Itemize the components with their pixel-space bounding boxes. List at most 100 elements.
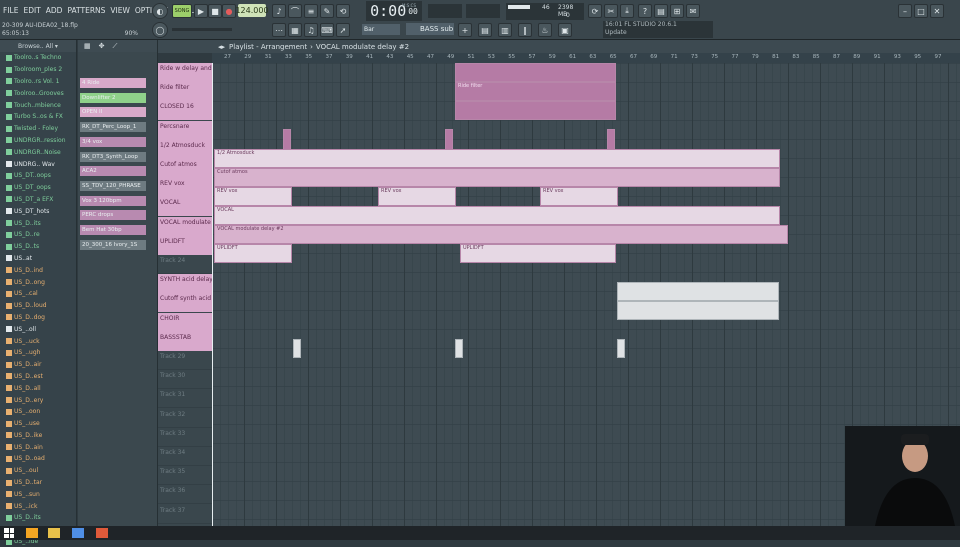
clip-synth-acid[interactable] — [617, 282, 779, 301]
browser-item[interactable]: US_DT_oops — [6, 182, 76, 194]
browser-item[interactable]: US_D..its — [6, 512, 76, 524]
track-header[interactable]: Percsnare — [158, 120, 212, 140]
track-header[interactable]: Track 29 — [158, 351, 212, 370]
clip-vocal-modulate[interactable]: VOCAL modulate delay #2 — [214, 225, 788, 244]
clip-rev-vox-2[interactable]: REV vox — [378, 187, 456, 206]
chat-icon[interactable]: ✉ — [686, 4, 700, 18]
blend-notes-icon[interactable]: ✎ — [320, 4, 334, 18]
track-header[interactable]: Track 33 — [158, 427, 212, 447]
play-button[interactable]: ▶ — [194, 4, 208, 18]
track-header[interactable]: VOCAL modulate d.. — [158, 216, 212, 236]
clip-ride-filter[interactable]: Ride filter — [455, 82, 616, 101]
playlist-icon[interactable]: ▤ — [478, 23, 492, 37]
song-mode-button[interactable]: SONG — [172, 4, 192, 18]
loop-record-icon[interactable]: ⟲ — [336, 4, 350, 18]
track-header[interactable]: BASSSTAB — [158, 331, 212, 351]
track-header[interactable]: Track 24 — [158, 255, 212, 274]
track-header[interactable]: Track 36 — [158, 485, 212, 505]
browser-item[interactable]: US_..oll — [6, 323, 76, 335]
browser-item[interactable]: US_D..all — [6, 382, 76, 394]
master-pitch-slider[interactable] — [172, 28, 232, 31]
clip-rev-vox-3[interactable]: REV vox — [540, 187, 618, 206]
track-header[interactable]: REV vox — [158, 178, 212, 198]
browser-item[interactable]: US_D..air — [6, 359, 76, 371]
track-header[interactable]: 1/2 Atmosduck — [158, 139, 212, 159]
metronome-icon[interactable]: ♪ — [272, 4, 286, 18]
clip-uplift-2[interactable]: UPLIDFT — [460, 244, 616, 263]
menu-item[interactable]: ADD — [45, 6, 64, 15]
clip-source-item[interactable]: 20_300_16 Ivory_1S — [80, 239, 146, 250]
browser-item[interactable]: US_..sun — [6, 488, 76, 500]
clip-source-item[interactable]: Bem Hat 30bp — [80, 225, 146, 235]
help-icon[interactable]: ? — [638, 4, 652, 18]
app-taskbar-icon[interactable] — [96, 528, 108, 538]
menu-item[interactable]: VIEW — [109, 6, 131, 15]
browser-item[interactable]: Toolro..rs Vol. 1 — [6, 76, 76, 88]
browser-item[interactable]: UNDRGR..Noise — [6, 146, 76, 158]
browser-item[interactable]: US_D..re — [6, 229, 76, 241]
maximize-icon[interactable]: □ — [914, 4, 928, 18]
browser-item[interactable]: US_D..ery — [6, 394, 76, 406]
piano-roll-icon[interactable]: ♫ — [304, 23, 318, 37]
track-header[interactable]: UPLIDFT — [158, 235, 212, 255]
undo-history-icon[interactable]: ⟳ — [588, 4, 602, 18]
clip-bassstab-2[interactable] — [455, 339, 463, 358]
clip-picker-icon[interactable]: ✥ — [99, 42, 105, 50]
minimize-icon[interactable]: – — [898, 4, 912, 18]
track-header[interactable]: Cutof atmos — [158, 159, 212, 178]
browser-item[interactable]: US_D..ong — [6, 276, 76, 288]
arrow-icon[interactable]: ➚ — [336, 23, 350, 37]
browser-item[interactable]: US..at — [6, 253, 76, 265]
browser-item[interactable]: US_DT..oops — [6, 170, 76, 182]
browser-item[interactable]: UNDRGR..ression — [6, 135, 76, 147]
track-header[interactable]: Cutoff synth acid — [158, 293, 212, 313]
stop-button[interactable]: ■ — [208, 4, 222, 18]
clip-bassstab-3[interactable] — [617, 339, 625, 358]
track-header[interactable]: Track 37 — [158, 504, 212, 524]
clip-perc-2[interactable] — [445, 129, 453, 151]
tempo-display[interactable]: 124.000 — [235, 4, 269, 17]
clip-source-item[interactable]: 4 Ride — [80, 78, 146, 88]
browser-item[interactable]: Turbo S..os & FX — [6, 111, 76, 123]
wait-input-icon[interactable]: ⌒ — [288, 4, 302, 18]
browser-item[interactable]: US_..oul — [6, 465, 76, 477]
clip-closed16[interactable] — [455, 101, 616, 120]
clip-atmosduck[interactable]: 1/2 Atmosduck — [214, 149, 780, 168]
mixer-view-icon[interactable]: ‖ — [518, 23, 532, 37]
browser-item[interactable]: US_..oon — [6, 406, 76, 418]
track-header[interactable]: VOCAL — [158, 197, 212, 217]
step-sequencer-icon[interactable]: ▦ — [288, 23, 302, 37]
browser-item[interactable]: US_D..tar — [6, 477, 76, 489]
clip-source-item[interactable]: 3/4 vox — [80, 136, 146, 147]
automation-picker-icon[interactable]: ⟋ — [113, 42, 118, 51]
track-header[interactable]: Ride filter — [158, 82, 212, 102]
clip-perc-3[interactable] — [607, 129, 615, 151]
browser-item[interactable]: US_D..est — [6, 371, 76, 383]
browser-item[interactable]: US_D..ain — [6, 441, 76, 453]
track-header[interactable]: Ride w delay and d.. — [158, 63, 212, 82]
pattern-song-toggle[interactable]: ◐ — [152, 3, 168, 19]
browser-item[interactable]: US_..cal — [6, 288, 76, 300]
menu-item[interactable]: PATTERNS — [66, 6, 106, 15]
countdown-icon[interactable]: ≡ — [304, 4, 318, 18]
browser-item[interactable]: Toolroo..Grooves — [6, 87, 76, 99]
browser-item[interactable]: US_D..dog — [6, 312, 76, 324]
track-header[interactable]: Track 31 — [158, 389, 212, 409]
track-header[interactable]: CHOIR — [158, 312, 212, 332]
menu-item[interactable]: EDIT — [22, 6, 41, 15]
clip-source-item[interactable]: Vox 3 120bpm — [80, 195, 146, 206]
clip-source-item[interactable]: SS_TDV_120_PHRASE — [80, 180, 146, 191]
browser-item[interactable]: US_D..ts — [6, 241, 76, 253]
browser-item[interactable]: Toolro..s Techno — [6, 52, 76, 64]
playhead[interactable] — [212, 63, 213, 526]
playlist-snap-icon[interactable]: ⋯ — [272, 23, 286, 37]
browser-item[interactable]: US_..uck — [6, 335, 76, 347]
browser-item[interactable]: US_..ick — [6, 500, 76, 512]
download-icon[interactable]: ⤓ — [620, 4, 634, 18]
render-icon[interactable]: ▤ — [654, 4, 668, 18]
track-header[interactable]: SYNTH acid delay — [158, 274, 212, 294]
clip-source-item[interactable]: PERC drops — [80, 210, 146, 221]
timeline-ruler[interactable]: 27 29 31 33 35 37 39 41 43 45 47 49 51 53 55 57 59 61 63 65… — [212, 53, 960, 63]
clip-cutoff-synth[interactable] — [617, 301, 779, 320]
clip-source-item[interactable]: Downlifter 2 — [80, 92, 146, 103]
